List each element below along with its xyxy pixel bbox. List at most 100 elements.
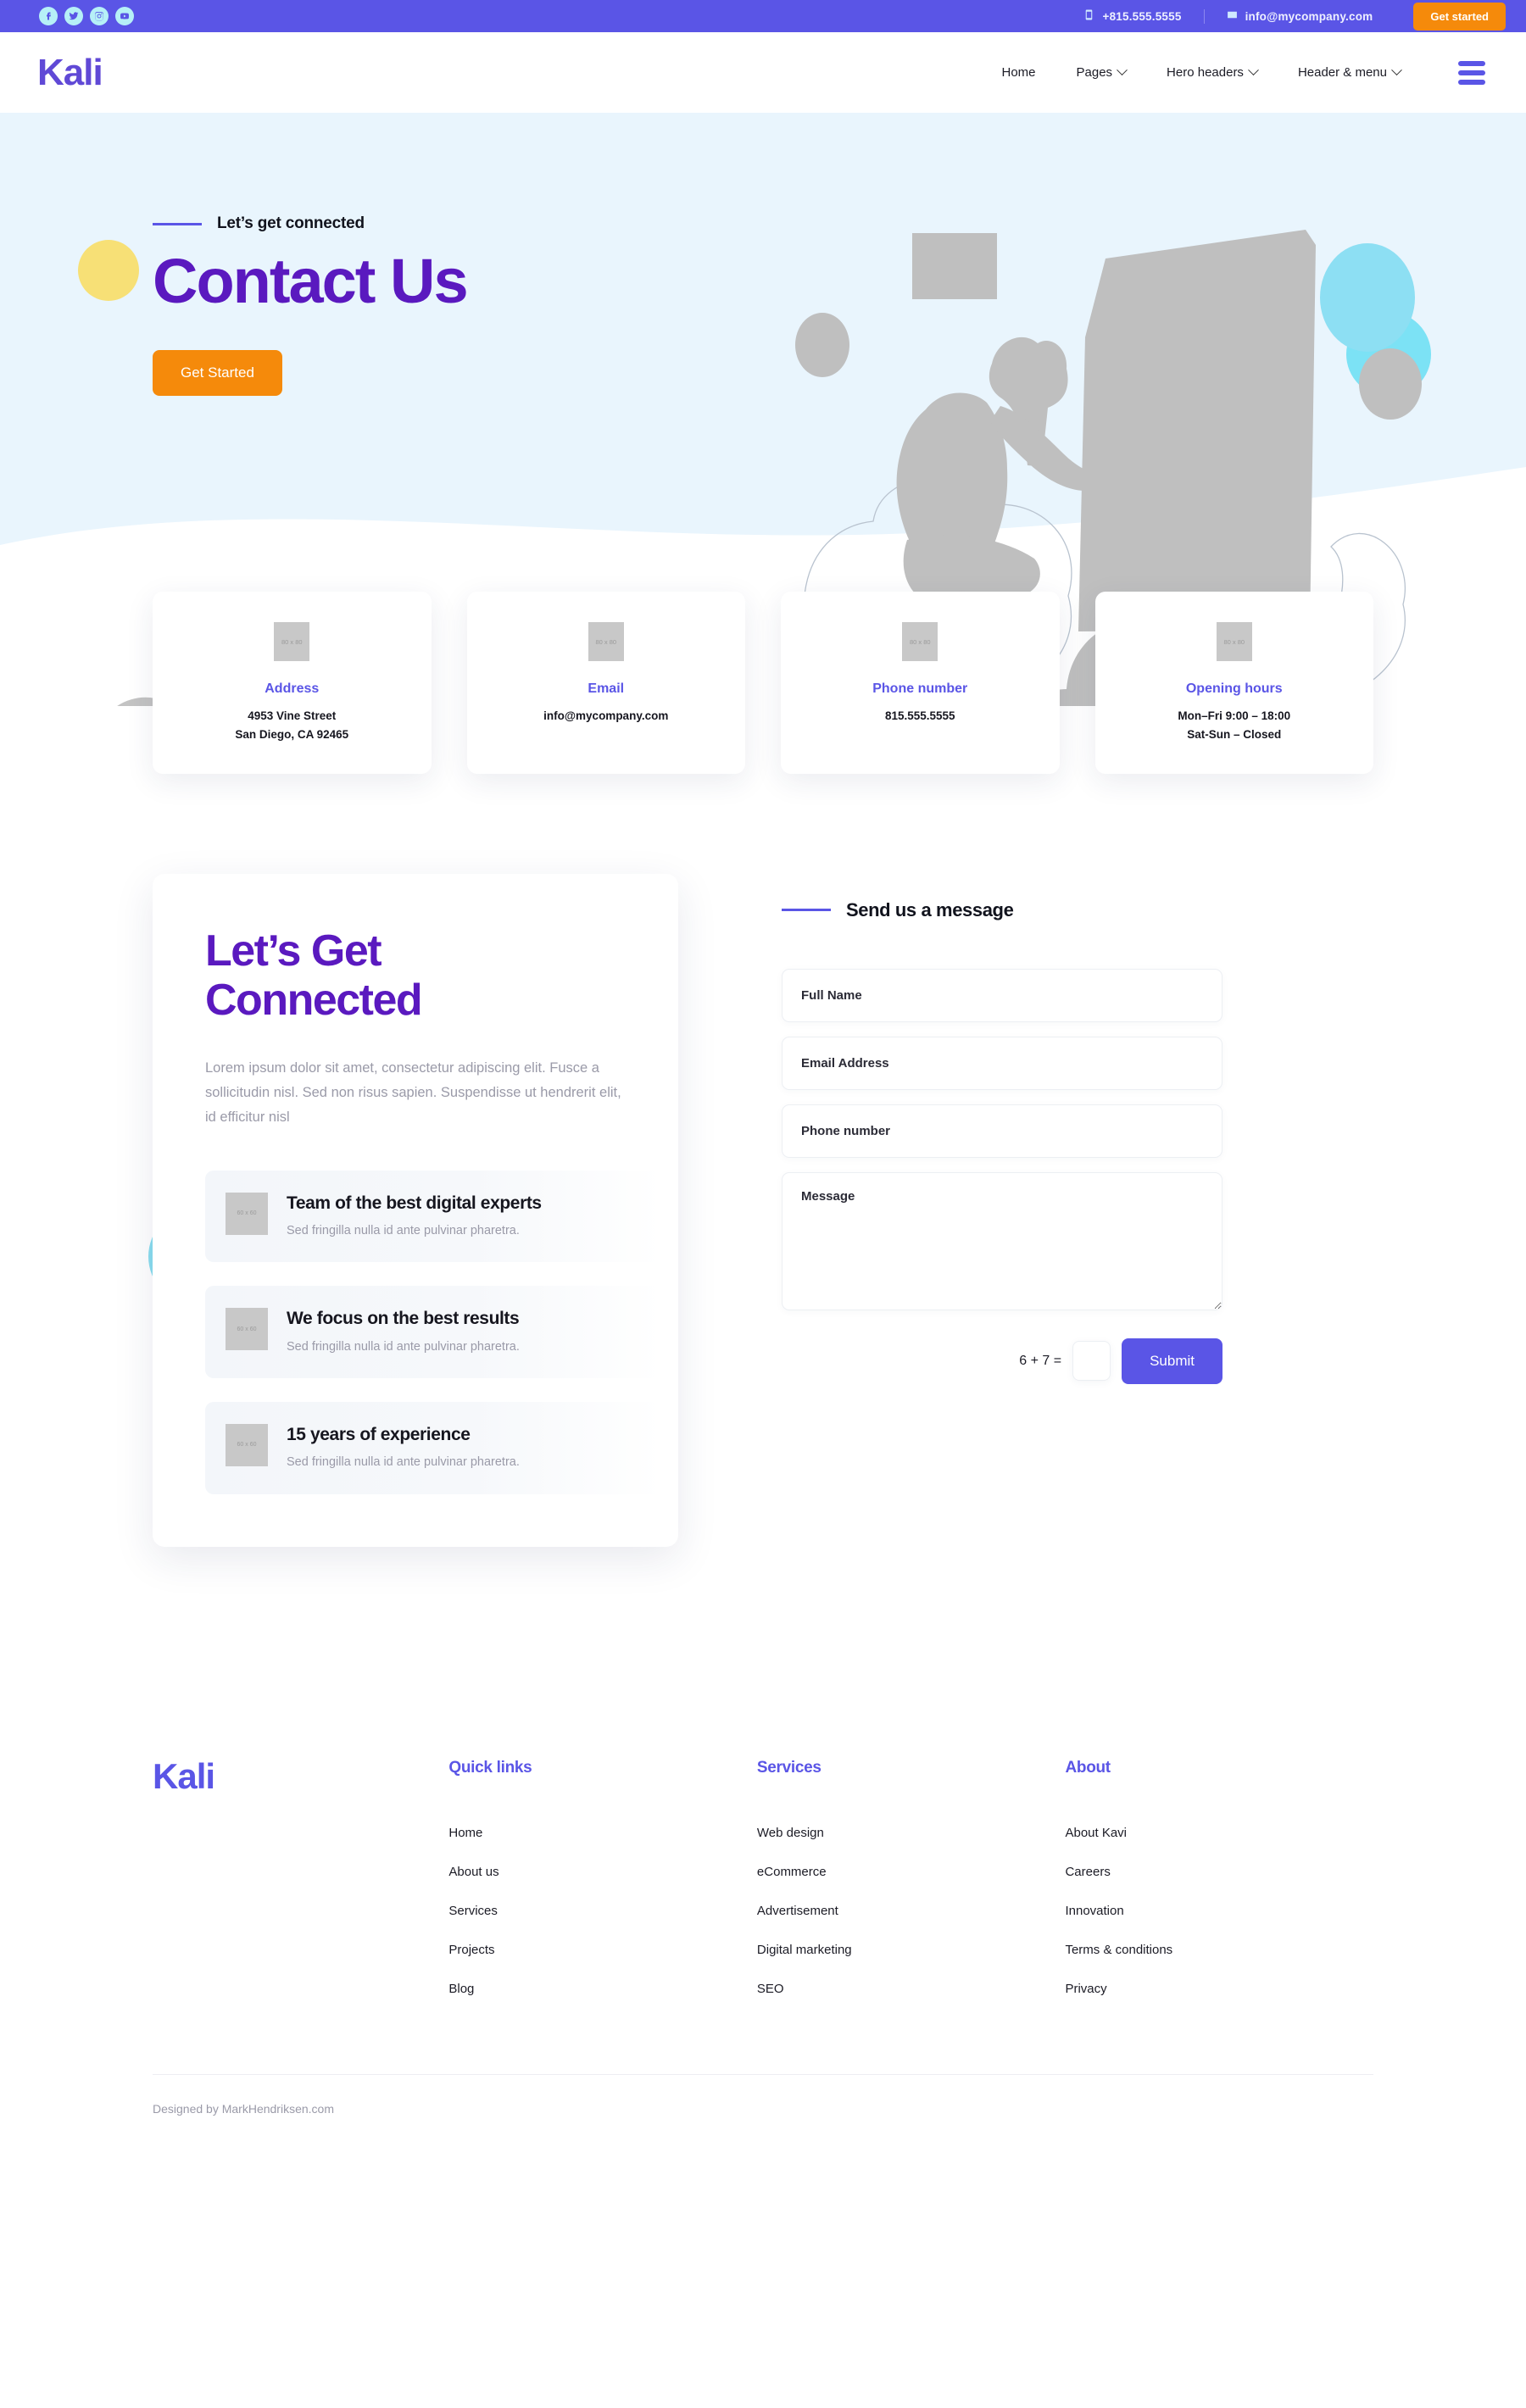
- phone-number-input[interactable]: [782, 1104, 1222, 1158]
- hero-eyebrow: Let’s get connected: [153, 214, 1526, 233]
- footer-link[interactable]: Privacy: [1065, 1982, 1373, 1996]
- hero-content: Let’s get connected Contact Us Get Start…: [0, 113, 1526, 397]
- feature-image-placeholder: 60 x 60: [226, 1192, 268, 1235]
- phone-icon: [1083, 8, 1094, 24]
- footer-link[interactable]: Terms & conditions: [1065, 1943, 1373, 1957]
- footer-column-quick-links: Quick links Home About us Services Proje…: [448, 1759, 757, 2021]
- email-address-input[interactable]: [782, 1036, 1222, 1090]
- heading-line: [782, 909, 831, 912]
- footer-link[interactable]: Projects: [448, 1943, 757, 1957]
- footer-link[interactable]: Services: [448, 1904, 757, 1918]
- submit-button[interactable]: Submit: [1122, 1337, 1222, 1384]
- instagram-icon[interactable]: [90, 7, 109, 25]
- topbar-email-text: info@mycompany.com: [1245, 9, 1373, 23]
- nav-item-pages[interactable]: Pages: [1056, 64, 1147, 80]
- footer-link[interactable]: Digital marketing: [757, 1943, 1066, 1957]
- footer-link[interactable]: Advertisement: [757, 1904, 1066, 1918]
- footer-link[interactable]: Innovation: [1065, 1904, 1373, 1918]
- chevron-down-icon: [1248, 64, 1259, 76]
- nav-item-label: Hero headers: [1167, 65, 1244, 80]
- footer-link[interactable]: About Kavi: [1065, 1826, 1373, 1840]
- feature-text: Team of the best digital experts Sed fri…: [287, 1193, 542, 1241]
- lets-get-connected-card: Let’s Get Connected Lorem ipsum dolor si…: [153, 873, 678, 1547]
- topbar-phone-text: +815.555.5555: [1102, 9, 1182, 23]
- captcha-row: 6 + 7 = Submit: [782, 1337, 1222, 1384]
- footer-column-about: About About Kavi Careers Innovation Term…: [1065, 1759, 1373, 2021]
- footer-link[interactable]: Blog: [448, 1982, 757, 1996]
- feature-desc: Sed fringilla nulla id ante pulvinar pha…: [287, 1339, 520, 1354]
- feature-title: Team of the best digital experts: [287, 1193, 542, 1213]
- info-card-title: Phone number: [872, 681, 968, 696]
- hamburger-icon[interactable]: [1455, 58, 1489, 88]
- captcha-question: 6 + 7 =: [1019, 1353, 1062, 1368]
- feature-image-placeholder: 60 x 60: [226, 1308, 268, 1351]
- eyebrow-line: [153, 222, 202, 225]
- card-image-placeholder: 80 x 80: [274, 622, 310, 661]
- feature-item: 60 x 60 15 years of experience Sed fring…: [205, 1401, 661, 1494]
- message-textarea[interactable]: [782, 1171, 1222, 1310]
- facebook-icon[interactable]: [39, 7, 58, 25]
- card-image-placeholder: 80 x 80: [902, 622, 938, 661]
- info-card-title: Opening hours: [1185, 681, 1283, 696]
- connected-heading-line2: Connected: [205, 976, 423, 1026]
- chevron-down-icon: [1117, 64, 1128, 76]
- info-card-line: Sat-Sun – Closed: [1187, 728, 1282, 742]
- nav-item-label: Header & menu: [1297, 65, 1387, 80]
- footer-link[interactable]: About us: [448, 1865, 757, 1879]
- footer-link[interactable]: SEO: [757, 1982, 1066, 1996]
- footer-column-heading: About: [1065, 1758, 1111, 1777]
- footer-column-heading: Quick links: [448, 1758, 532, 1777]
- info-card-line: 4953 Vine Street: [248, 709, 337, 722]
- form-heading: Send us a message: [782, 899, 1222, 921]
- nav-item-header-menu[interactable]: Header & menu: [1278, 64, 1421, 80]
- footer-bottom-bar: Designed by MarkHendriksen.com: [153, 2073, 1373, 2155]
- footer-link[interactable]: Careers: [1065, 1865, 1373, 1879]
- footer-link[interactable]: eCommerce: [757, 1865, 1066, 1879]
- page-root: +815.555.5555 info@mycompany.com Get sta…: [0, 0, 1526, 2155]
- feature-desc: Sed fringilla nulla id ante pulvinar pha…: [287, 1455, 520, 1470]
- top-utility-bar: +815.555.5555 info@mycompany.com Get sta…: [0, 0, 1526, 32]
- info-card-opening-hours[interactable]: 80 x 80 Opening hours Mon–Fri 9:00 – 18:…: [1094, 592, 1373, 774]
- feature-item: 60 x 60 Team of the best digital experts…: [205, 1170, 661, 1263]
- nav-links: Home Pages Hero headers Header & menu: [981, 58, 1489, 88]
- main-navigation: Kali Home Pages Hero headers Header & me…: [0, 32, 1526, 113]
- connected-paragraph: Lorem ipsum dolor sit amet, consectetur …: [205, 1060, 621, 1125]
- contact-form: Send us a message 6 + 7 = Submit: [782, 874, 1222, 1384]
- info-card-email[interactable]: 80 x 80 Email info@mycompany.com: [466, 592, 745, 774]
- info-card-line: San Diego, CA 92465: [235, 728, 349, 742]
- site-logo[interactable]: Kali: [37, 53, 103, 92]
- info-card-line: Mon–Fri 9:00 – 18:00: [1178, 709, 1291, 722]
- full-name-input[interactable]: [782, 968, 1222, 1022]
- nav-item-hero-headers[interactable]: Hero headers: [1146, 64, 1278, 80]
- feature-desc: Sed fringilla nulla id ante pulvinar pha…: [287, 1223, 520, 1237]
- footer-logo[interactable]: Kali: [153, 1758, 448, 2021]
- card-image-placeholder: 80 x 80: [1216, 622, 1252, 661]
- hero-get-started-button[interactable]: Get Started: [153, 350, 282, 397]
- twitter-icon[interactable]: [64, 7, 83, 25]
- info-card-address[interactable]: 80 x 80 Address 4953 Vine Street San Die…: [153, 592, 432, 774]
- card-image-placeholder: 80 x 80: [588, 622, 624, 661]
- info-card-line: 815.555.5555: [884, 709, 955, 722]
- info-card-title: Email: [588, 681, 625, 696]
- topbar-phone[interactable]: +815.555.5555: [1061, 8, 1203, 24]
- social-links: [39, 7, 134, 25]
- nav-item-label: Home: [1001, 65, 1036, 80]
- footer-link[interactable]: Home: [448, 1826, 757, 1840]
- footer-link[interactable]: Web design: [757, 1826, 1066, 1840]
- footer-column-heading: Services: [756, 1758, 821, 1777]
- form-heading-text: Send us a message: [846, 898, 1014, 920]
- info-card-title: Address: [265, 681, 320, 696]
- feature-title: We focus on the best results: [287, 1309, 520, 1329]
- connected-heading-line1: Let’s Get: [205, 926, 382, 976]
- topbar-email[interactable]: info@mycompany.com: [1205, 8, 1395, 24]
- nav-item-home[interactable]: Home: [981, 65, 1055, 80]
- info-card-line: info@mycompany.com: [543, 709, 669, 722]
- footer-column-services: Services Web design eCommerce Advertisem…: [757, 1759, 1066, 2021]
- chevron-down-icon: [1391, 64, 1402, 76]
- youtube-icon[interactable]: [115, 7, 134, 25]
- get-started-top-button[interactable]: Get started: [1413, 2, 1506, 31]
- footer-credit: Designed by MarkHendriksen.com: [153, 2101, 334, 2116]
- captcha-input[interactable]: [1072, 1341, 1111, 1382]
- info-card-phone[interactable]: 80 x 80 Phone number 815.555.5555: [781, 592, 1060, 774]
- feature-text: We focus on the best results Sed fringil…: [287, 1308, 520, 1356]
